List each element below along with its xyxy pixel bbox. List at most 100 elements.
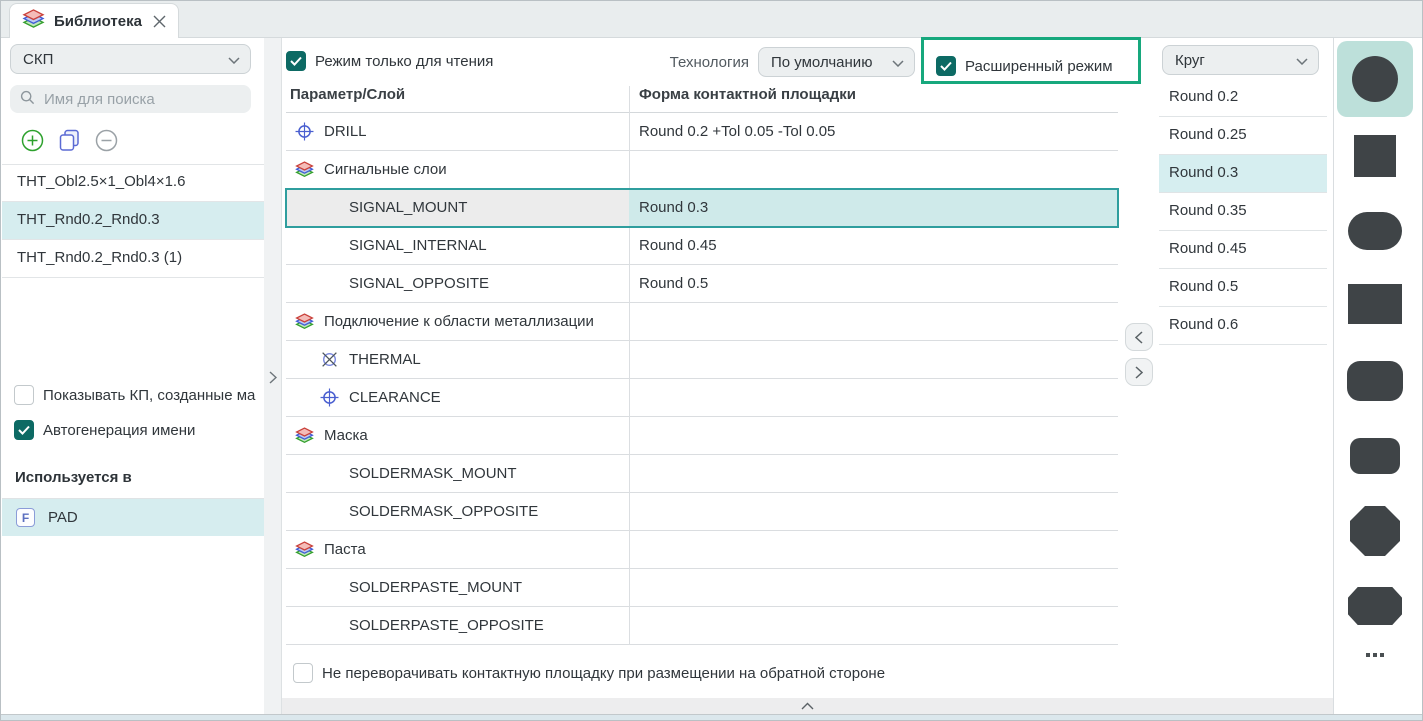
- shape-variant-item[interactable]: Round 0.6: [1159, 307, 1327, 345]
- shape-circle[interactable]: [1337, 41, 1413, 117]
- used-in-item-pad[interactable]: F PAD: [2, 498, 264, 536]
- shape-rounded-rectangle-large[interactable]: [1337, 343, 1413, 419]
- table-body: DRILL Round 0.2 +Tol 0.05 -Tol 0.05 Сигнал…: [285, 113, 1119, 645]
- row-label: SOLDERMASK_OPPOSITE: [349, 503, 539, 520]
- drill-icon: [294, 122, 314, 141]
- footprint-badge-icon: F: [16, 508, 35, 527]
- layers-icon: [294, 540, 314, 559]
- table-row[interactable]: SIGNAL_MOUNT Round 0.3: [285, 188, 1119, 228]
- row-shape-value: [629, 455, 1118, 492]
- shape-variant-item[interactable]: Round 0.35: [1159, 193, 1327, 231]
- shape-octagon[interactable]: [1337, 493, 1413, 569]
- chevron-right-icon: [1135, 365, 1143, 379]
- table-row[interactable]: SIGNAL_OPPOSITE Round 0.5: [286, 265, 1118, 303]
- library-type-select[interactable]: СКП: [10, 44, 251, 74]
- library-type-value: СКП: [23, 50, 54, 68]
- shape-variant-list: Round 0.2 Round 0.25 Round 0.3 Round 0.35 Ro…: [1159, 79, 1327, 345]
- table-row[interactable]: SOLDERPASTE_MOUNT: [286, 569, 1118, 607]
- checkbox-label: Показывать КП, созданные ма: [43, 386, 256, 404]
- table-row[interactable]: Паста: [286, 531, 1118, 569]
- row-label: SOLDERPASTE_MOUNT: [349, 579, 523, 596]
- oblong-icon: [1348, 212, 1402, 250]
- add-button[interactable]: [20, 128, 44, 152]
- shape-variant-item[interactable]: Round 0.2: [1159, 79, 1327, 117]
- shape-type-select[interactable]: Круг: [1162, 45, 1319, 75]
- chevron-left-icon: [1135, 330, 1143, 344]
- assign-right-button[interactable]: [1125, 358, 1153, 386]
- no-flip-checkbox[interactable]: Не переворачивать контактную площадку пр…: [293, 663, 885, 683]
- shape-variant-item[interactable]: Round 0.5: [1159, 269, 1327, 307]
- collapse-chevron-icon[interactable]: [269, 371, 277, 388]
- used-in-label: PAD: [48, 509, 78, 526]
- readonly-mode-checkbox[interactable]: Режим только для чтения: [286, 51, 493, 71]
- column-header-parameter: Параметр/Слой: [290, 86, 406, 103]
- copy-button[interactable]: [57, 128, 81, 152]
- checkbox-label: Режим только для чтения: [315, 52, 494, 70]
- shape-variant-item[interactable]: Round 0.25: [1159, 117, 1327, 155]
- checkbox-label: Не переворачивать контактную площадку пр…: [322, 664, 886, 682]
- table-row[interactable]: SOLDERMASK_OPPOSITE: [286, 493, 1118, 531]
- autogenerate-name-checkbox[interactable]: Автогенерация имени: [14, 420, 264, 440]
- window-bottom-edge: [1, 714, 1422, 720]
- octagon-icon: [1350, 506, 1400, 556]
- search-icon: [20, 90, 35, 109]
- shape-variant-item[interactable]: Round 0.45: [1159, 231, 1327, 269]
- row-label: DRILL: [324, 123, 367, 140]
- row-shape-value: [629, 341, 1118, 378]
- row-shape-value: Round 0.5: [639, 275, 709, 292]
- layers-icon: [294, 426, 314, 445]
- checkbox-box[interactable]: [286, 51, 306, 71]
- sidebar-splitter[interactable]: [264, 38, 282, 714]
- library-list-item[interactable]: THT_Rnd0.2_Rnd0.3 (1): [2, 240, 264, 278]
- technology-value: По умолчанию: [771, 53, 873, 71]
- table-row[interactable]: THERMAL: [286, 341, 1118, 379]
- row-shape-value: [629, 531, 1118, 568]
- expand-panel-bar[interactable]: [282, 698, 1333, 714]
- table-row[interactable]: Маска: [286, 417, 1118, 455]
- row-label: Паста: [324, 541, 366, 558]
- table-row[interactable]: SIGNAL_INTERNAL Round 0.45: [286, 227, 1118, 265]
- shape-chamfered-rectangle[interactable]: [1337, 568, 1413, 644]
- advanced-mode-checkbox[interactable]: Расширенный режим: [936, 56, 1113, 76]
- library-list-item[interactable]: THT_Rnd0.2_Rnd0.3: [2, 202, 264, 240]
- rectangle-icon: [1348, 284, 1402, 324]
- table-row[interactable]: CLEARANCE: [286, 379, 1118, 417]
- assign-left-button[interactable]: [1125, 323, 1153, 351]
- remove-button[interactable]: [94, 128, 118, 152]
- shape-rectangle[interactable]: [1337, 266, 1413, 342]
- row-shape-value: [629, 151, 1118, 188]
- shape-oblong[interactable]: [1337, 193, 1413, 269]
- shape-square[interactable]: [1337, 118, 1413, 194]
- table-row[interactable]: Подключение к области металлизации: [286, 303, 1118, 341]
- row-label: CLEARANCE: [349, 389, 441, 406]
- row-shape-value: Round 0.2 +Tol 0.05 -Tol 0.05: [639, 123, 836, 140]
- column-divider: [629, 86, 630, 645]
- layers-icon: [22, 8, 45, 34]
- checkbox-box[interactable]: [14, 385, 34, 405]
- row-shape-value: [629, 493, 1118, 530]
- show-generated-pads-checkbox[interactable]: Показывать КП, созданные ма: [14, 385, 264, 405]
- table-row[interactable]: SOLDERMASK_MOUNT: [286, 455, 1118, 493]
- table-header: Параметр/Слой Форма контактной площадки: [286, 86, 1118, 113]
- row-label: SIGNAL_INTERNAL: [349, 237, 487, 254]
- rounded-rectangle-large-icon: [1347, 361, 1403, 401]
- row-label: SIGNAL_OPPOSITE: [349, 275, 490, 292]
- more-options-icon[interactable]: [1334, 653, 1416, 657]
- row-label: Сигнальные слои: [324, 161, 447, 178]
- table-row[interactable]: DRILL Round 0.2 +Tol 0.05 -Tol 0.05: [286, 113, 1118, 151]
- search-input[interactable]: Имя для поиска: [10, 85, 251, 113]
- shape-rounded-rectangle[interactable]: [1337, 418, 1413, 494]
- table-row[interactable]: Сигнальные слои: [286, 151, 1118, 189]
- checkbox-box[interactable]: [293, 663, 313, 683]
- table-row[interactable]: SOLDERPASTE_OPPOSITE: [286, 607, 1118, 645]
- tab-library[interactable]: Библиотека: [9, 3, 179, 38]
- checkbox-box[interactable]: [14, 420, 34, 440]
- chevron-down-icon: [1296, 52, 1308, 69]
- checkbox-box[interactable]: [936, 56, 956, 76]
- row-shape-value: [629, 569, 1118, 606]
- library-window: Библиотека СКП Имя для поиска THT_Obl2.5…: [0, 0, 1423, 721]
- close-icon[interactable]: [153, 15, 166, 28]
- shape-variant-item[interactable]: Round 0.3: [1159, 155, 1327, 193]
- library-list-item[interactable]: THT_Obl2.5×1_Obl4×1.6: [2, 164, 264, 202]
- technology-select[interactable]: По умолчанию: [758, 47, 915, 77]
